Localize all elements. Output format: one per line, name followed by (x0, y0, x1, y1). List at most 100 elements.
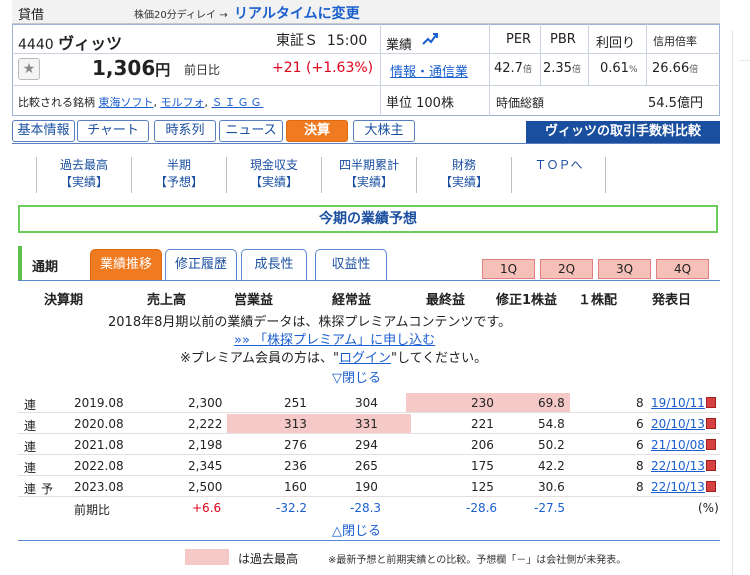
market-time: 東証Ｓ 15:00 (276, 30, 367, 50)
pdf-icon[interactable] (705, 481, 716, 492)
ratio-net: -28.6 (466, 501, 498, 515)
login-link[interactable]: ログイン (339, 351, 391, 366)
yield-header: 利回り (596, 36, 636, 51)
trend-icon[interactable] (422, 32, 438, 50)
ratio-sales: +6.6 (192, 501, 222, 515)
subnav-financials[interactable]: 財務 【実績】 (416, 157, 511, 193)
pdf-icon[interactable] (705, 418, 716, 429)
tab-profitability[interactable]: 収益性 (315, 249, 387, 280)
table-row: 連 予 2023.08 2,500 160 190 125 30.6 8 22/… (18, 477, 720, 497)
announce-date-link[interactable]: 19/10/11 (651, 396, 716, 410)
yield-value: 0.61% (600, 61, 638, 76)
legend-text: は過去最高 (238, 552, 299, 566)
stock-price: 1,306円 (92, 56, 170, 80)
period-divider (18, 280, 720, 281)
ratio-label: 前期比 (74, 503, 111, 517)
tab-divider (12, 143, 720, 144)
col-period: 決算期 (44, 293, 84, 308)
tab-q4[interactable]: 4Q (656, 259, 709, 279)
ratio-op: -32.2 (276, 501, 308, 515)
legend-swatch (185, 549, 229, 565)
margin-ratio-value: 26.66倍 (652, 61, 699, 76)
footnote: ※最新予想と前期実績との比較。予想欄「－」は会社側が未発表。 (328, 555, 627, 566)
ratio-unit: (%) (698, 501, 719, 515)
tab-kessan[interactable]: 決算 (286, 120, 348, 142)
subnav-record-high[interactable]: 過去最高 【実績】 (36, 157, 131, 193)
ratio-row: 前期比 +6.6 -32.2 -28.3 -28.6 -27.5 (%) (18, 498, 720, 518)
subnav-quarterly[interactable]: 四半期累計 【実績】 (321, 157, 416, 193)
table-row: 連 2022.08 2,345 236 265 175 42.2 8 22/10… (18, 456, 720, 476)
pbr-value: 2.35倍 (543, 61, 581, 76)
ratio-eps: -27.5 (534, 501, 566, 515)
price-change: +21 (+1.63%) (272, 60, 374, 76)
premium-signup-link[interactable]: »» 「株探プレミアム」に申し込む (234, 329, 435, 348)
delay-note: 株価20分ディレイ → (134, 10, 228, 21)
period-marker (18, 246, 22, 281)
col-net-profit: 最終益 (426, 293, 466, 308)
tab-timeseries[interactable]: 時系列 (154, 120, 216, 142)
subnav-top[interactable]: ＴＯＰへ (511, 157, 606, 193)
tab-q2[interactable]: 2Q (540, 259, 593, 279)
tab-chart[interactable]: チャート (77, 120, 149, 142)
premium-note: 2018年8月期以前の業績データは、株探プレミアムコンテンツです。 (108, 315, 512, 330)
period-label: 通期 (32, 260, 59, 275)
stock-name: ヴィッツ (58, 34, 123, 53)
pdf-icon[interactable] (705, 397, 716, 408)
tab-revision-history[interactable]: 修正履歴 (165, 249, 237, 280)
tab-shareholders[interactable]: 大株主 (353, 120, 415, 142)
table-row: 連 2020.08 2,222 313 331 221 54.8 6 20/10… (18, 414, 720, 434)
tab-news[interactable]: ニュース (219, 120, 283, 142)
compare-link-3[interactable]: ＳＩＧＧ (212, 96, 264, 109)
stock-code-name: 4440 ヴィッツ (18, 30, 122, 54)
record-high-highlight (227, 414, 411, 433)
quote-time: 15:00 (326, 33, 368, 49)
realtime-link[interactable]: リアルタイムに変更 (234, 3, 360, 23)
announce-date-link[interactable]: 21/10/08 (651, 438, 716, 452)
stock-code: 4440 (18, 37, 54, 53)
tab-q1[interactable]: 1Q (482, 259, 535, 279)
col-operating-profit: 営業益 (234, 293, 274, 308)
login-note: ※プレミアム会員の方は、"ログイン"してください。 (180, 351, 488, 366)
compare-label: 比較される銘柄 (18, 96, 95, 109)
col-dividend: １株配 (578, 293, 618, 308)
table-row: 連 2021.08 2,198 276 294 206 50.2 6 21/10… (18, 435, 720, 455)
market-label: 東証Ｓ (276, 33, 318, 49)
table-row: 連 2019.08 2,300 251 304 230 69.8 8 19/10… (18, 393, 720, 413)
compare-link-2[interactable]: モルフォ (161, 96, 205, 109)
pdf-icon[interactable] (705, 439, 716, 450)
close-toggle-bottom[interactable]: △閉じる (332, 520, 381, 539)
subnav-half-year[interactable]: 半期 【予想】 (131, 157, 226, 193)
pdf-icon[interactable] (705, 460, 716, 471)
tab-q3[interactable]: 3Q (598, 259, 651, 279)
per-value: 42.7倍 (494, 61, 532, 76)
sector-link[interactable]: 情報・通信業 (390, 61, 468, 80)
margin-ratio-header: 信用倍率 (653, 35, 697, 48)
forecast-banner: 今期の業績予想 (18, 205, 718, 233)
subnav-cashflow[interactable]: 現金収支 【実績】 (226, 157, 321, 193)
unit-label: 単位 100株 (386, 96, 454, 111)
market-cap-label: 時価総額 (496, 96, 545, 110)
col-announce-date: 発表日 (652, 293, 692, 308)
pbr-header: PBR (550, 32, 576, 47)
gyoseki-label: 業績 (386, 38, 413, 53)
ratio-ord: -28.3 (350, 501, 382, 515)
favorite-star-icon[interactable]: ★ (18, 58, 40, 80)
price-value: 1,306 (92, 56, 156, 80)
announce-date-link[interactable]: 20/10/13 (651, 417, 716, 431)
tab-performance[interactable]: 業績推移 (90, 249, 162, 280)
col-eps: 修正1株益 (496, 293, 558, 308)
col-ordinary-profit: 経常益 (332, 293, 372, 308)
kabutan-panel: 貸借 株価20分ディレイ → リアルタイムに変更 4440 ヴィッツ 東証Ｓ 1… (12, 0, 720, 575)
announce-date-link[interactable]: 22/10/13 (651, 459, 716, 473)
broker-fee-compare-button[interactable]: ヴィッツの取引手数料比較 (526, 121, 720, 143)
tab-basic-info[interactable]: 基本情報 (12, 120, 75, 142)
zenjitsu-label: 前日比 (184, 63, 221, 77)
price-unit: 円 (155, 61, 171, 79)
tab-growth[interactable]: 成長性 (241, 249, 307, 280)
kashi-label: 貸借 (18, 8, 45, 23)
announce-date-link[interactable]: 22/10/13 (651, 480, 716, 494)
market-cap-value: 54.5億円 (648, 96, 703, 111)
close-toggle-top[interactable]: ▽閉じる (332, 367, 381, 386)
per-header: PER (506, 32, 532, 47)
compare-link-1[interactable]: 東海ソフト (99, 96, 154, 109)
